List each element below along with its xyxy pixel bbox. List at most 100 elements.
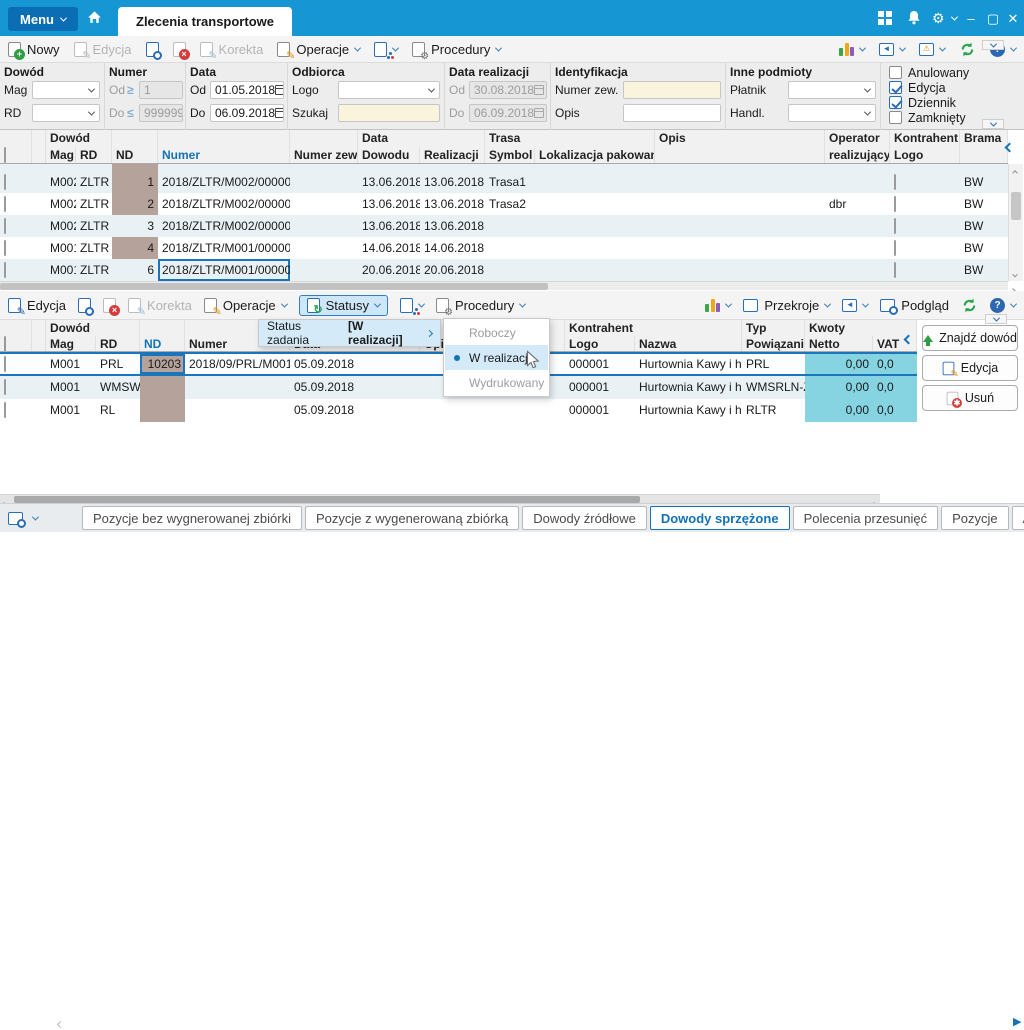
procedures-dropdown[interactable]: ⚙ Procedury bbox=[435, 297, 527, 317]
odbiorca-logo-select[interactable] bbox=[338, 81, 440, 99]
tab-polecenia-przesuniec[interactable]: Polecenia przesunięć bbox=[792, 506, 939, 530]
table-row[interactable]: M002 ZLTR 1 2018/ZLTR/M002/000001 13.06.… bbox=[0, 171, 1008, 193]
collapse-toolbar-button[interactable] bbox=[982, 40, 1004, 50]
scroll-thumb[interactable] bbox=[1011, 192, 1021, 220]
table-row[interactable]: M001 ZLTR 4 2018/ZLTR/M001/000004 14.06.… bbox=[0, 237, 1008, 259]
bell-icon[interactable] bbox=[906, 9, 922, 26]
submenu-item-roboczy[interactable]: Roboczy bbox=[445, 320, 548, 345]
opis-input[interactable] bbox=[623, 104, 721, 122]
data-od-input[interactable]: 01.05.2018 bbox=[210, 81, 284, 99]
header-operator[interactable]: Operator bbox=[825, 130, 890, 147]
minimize-button[interactable]: – bbox=[962, 11, 980, 26]
cross-sections-dropdown[interactable]: Przekroje bbox=[743, 298, 832, 313]
header-rd[interactable]: RD bbox=[76, 147, 112, 163]
collapse-filters-button[interactable] bbox=[982, 119, 1004, 129]
window-settings-dropdown[interactable]: ⚠ bbox=[919, 42, 947, 56]
chart-dropdown[interactable] bbox=[705, 298, 733, 312]
rd-select[interactable] bbox=[32, 104, 100, 122]
tab-pozycje-bez-zbiorki[interactable]: Pozycje bez wygnerowanej zbiórki bbox=[82, 506, 302, 530]
header-nd[interactable]: ND bbox=[112, 147, 158, 163]
handl-select[interactable] bbox=[788, 104, 876, 122]
dziennik-checkbox[interactable] bbox=[889, 96, 902, 109]
operations-dropdown[interactable]: ✎ Operacje bbox=[203, 297, 288, 317]
statuses-dropdown-open[interactable]: ↻ Statusy bbox=[298, 294, 388, 316]
header-mag[interactable]: Mag bbox=[46, 147, 76, 163]
header-kontrahent[interactable]: Kontrahent bbox=[890, 130, 960, 147]
select-all-checkbox[interactable] bbox=[4, 147, 6, 163]
kontrahent-logo-checkbox[interactable] bbox=[894, 174, 896, 190]
collapse-panel-left-icon[interactable] bbox=[1004, 140, 1015, 154]
kontrahent-logo-checkbox[interactable] bbox=[894, 218, 896, 234]
maximize-button[interactable]: ▢ bbox=[984, 11, 1002, 27]
row-checkbox[interactable] bbox=[4, 196, 6, 212]
delete-document-button[interactable]: × bbox=[172, 41, 190, 60]
procedures-dropdown[interactable]: ⚙ Procedury bbox=[412, 41, 503, 61]
tab-search-dropdown[interactable] bbox=[8, 511, 40, 528]
numer-zew-input[interactable] bbox=[623, 81, 721, 99]
chart-dropdown[interactable] bbox=[839, 42, 867, 56]
collapse-lower-panel-button[interactable] bbox=[985, 314, 1007, 324]
kontrahent-logo-checkbox[interactable] bbox=[894, 240, 896, 256]
layout-dropdown[interactable]: ◄ bbox=[842, 298, 870, 312]
documents-dropdown[interactable] bbox=[374, 41, 400, 59]
table-row[interactable]: M002 ZLTR 2 2018/ZLTR/M002/000002 13.06.… bbox=[0, 193, 1008, 215]
table-row[interactable]: M002 ZLTR 3 2018/ZLTR/M002/000003 13.06.… bbox=[0, 215, 1008, 237]
kontrahent-logo-checkbox[interactable] bbox=[894, 196, 896, 212]
edit-button[interactable]: ✎ Edycja bbox=[8, 297, 66, 317]
mag-select[interactable] bbox=[32, 81, 100, 99]
upper-horizontal-scrollbar[interactable] bbox=[0, 281, 1008, 290]
tab-dowody-zrodlowe[interactable]: Dowody źródłowe bbox=[522, 506, 647, 530]
header-symbol[interactable]: Symbol bbox=[485, 147, 535, 163]
tab-pozycje[interactable]: Pozycje bbox=[941, 506, 1009, 530]
row-checkbox[interactable] bbox=[4, 379, 6, 395]
select-all-checkbox[interactable] bbox=[4, 336, 6, 351]
header-numer-sorted[interactable]: Numer bbox=[158, 147, 290, 163]
header-nd-sorted[interactable]: ND bbox=[140, 336, 185, 351]
status-zadania-menu-item[interactable]: Status zadania [W realizacji] bbox=[259, 319, 440, 347]
settings-gear-icon[interactable]: ⚙ bbox=[932, 10, 958, 27]
header-numer-zew[interactable]: Numer zew. bbox=[290, 147, 358, 163]
header-mag[interactable]: Mag bbox=[46, 336, 96, 351]
delete-document-button[interactable]: × bbox=[103, 297, 121, 316]
help-dropdown[interactable]: ? bbox=[990, 297, 1018, 313]
upper-vertical-scrollbar[interactable] bbox=[1008, 164, 1023, 281]
tab-pozycje-z-zbiorka[interactable]: Pozycje z wygenerowaną zbiórką bbox=[304, 506, 520, 530]
header-realizacji[interactable]: Realizacji bbox=[420, 147, 485, 163]
header-logo[interactable]: Logo bbox=[565, 336, 635, 351]
edit-button[interactable]: ✎ Edycja bbox=[922, 355, 1018, 381]
tab-dowody-sprzezone-active[interactable]: Dowody sprzężone bbox=[649, 506, 790, 530]
preview-document-button[interactable] bbox=[78, 297, 95, 316]
row-checkbox[interactable] bbox=[4, 262, 6, 278]
row-checkbox[interactable] bbox=[4, 402, 6, 418]
preview-document-button[interactable] bbox=[145, 41, 162, 60]
apps-grid-icon[interactable] bbox=[878, 11, 892, 25]
header-lokalizacja[interactable]: Lokalizacja pakowania bbox=[535, 147, 655, 163]
refresh-button[interactable] bbox=[959, 41, 976, 58]
tabs-scroll-right-arrow[interactable]: ▶ bbox=[1013, 1015, 1021, 1028]
preview-button[interactable]: Podgląd bbox=[880, 298, 949, 315]
anulowany-checkbox[interactable] bbox=[889, 66, 902, 79]
calendar-icon[interactable] bbox=[275, 108, 283, 118]
delete-button[interactable]: ✱ Usuń bbox=[922, 385, 1018, 411]
header-rd[interactable]: RD bbox=[96, 336, 140, 351]
table-row[interactable]: M001 RL 05.09.2018 000001 Hurtownia Kawy… bbox=[0, 399, 917, 422]
kontrahent-logo-checkbox[interactable] bbox=[894, 262, 896, 278]
scroll-thumb[interactable] bbox=[14, 496, 640, 503]
row-checkbox[interactable] bbox=[4, 174, 6, 190]
operations-dropdown[interactable]: ✎ Operacje bbox=[277, 41, 362, 61]
lower-horizontal-scrollbar[interactable] bbox=[0, 494, 880, 508]
header-powiazania[interactable]: Powiązania bbox=[742, 336, 805, 351]
submenu-item-wydrukowany[interactable]: Wydrukowany bbox=[445, 370, 548, 395]
header-nazwa[interactable]: Nazwa bbox=[635, 336, 742, 351]
tab-aktualna-realizacja[interactable]: Aktualna realizacja bbox=[1011, 506, 1024, 530]
data-do-input[interactable]: 06.09.2018 bbox=[210, 104, 284, 122]
tab-zlecenia-transportowe[interactable]: Zlecenia transportowe bbox=[118, 7, 292, 36]
documents-dropdown[interactable] bbox=[399, 297, 425, 315]
edycja-checkbox[interactable] bbox=[889, 81, 902, 94]
zamkniety-checkbox[interactable] bbox=[889, 111, 902, 124]
new-button[interactable]: + Nowy bbox=[8, 41, 60, 60]
header-dowodu[interactable]: Dowodu bbox=[358, 147, 420, 163]
odbiorca-szukaj-input[interactable] bbox=[338, 104, 440, 122]
header-netto[interactable]: Netto bbox=[805, 336, 873, 351]
find-document-button[interactable]: Znajdź dowód bbox=[922, 325, 1018, 351]
